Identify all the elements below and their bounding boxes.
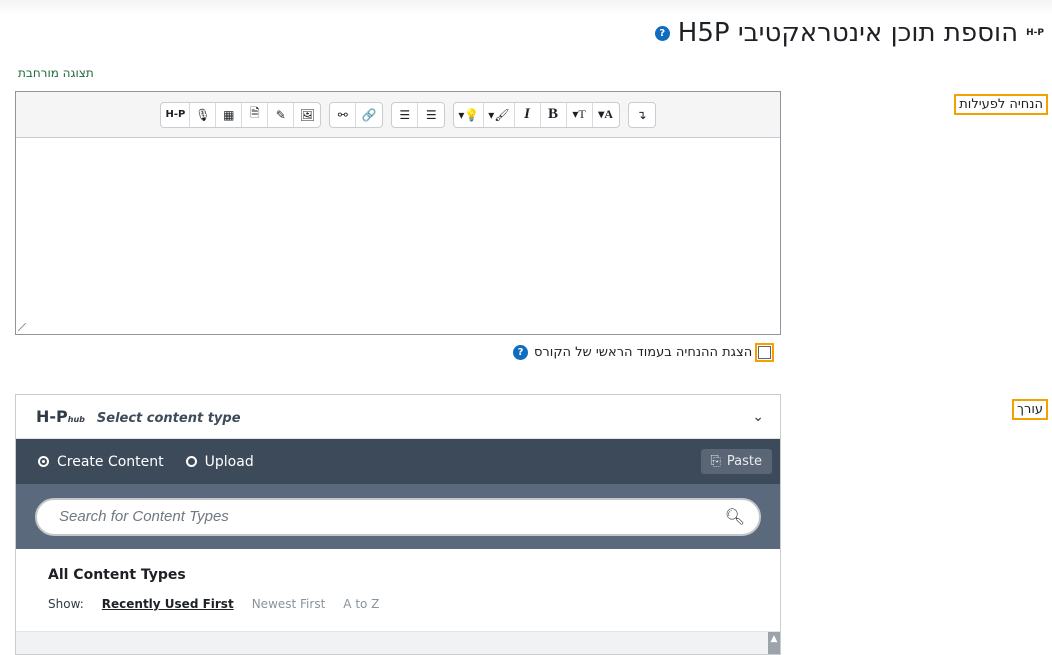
direction-icon[interactable]: ↴ xyxy=(629,103,655,127)
show-label: Show: xyxy=(48,597,84,611)
unlink-icon[interactable]: ⚯ xyxy=(330,102,357,127)
sort-recent[interactable]: Recently Used First xyxy=(102,597,234,611)
h5p-hub: H-Phub Select content type ⌄ Create Cont… xyxy=(15,394,781,655)
page-title-text: הוספת תוכן אינטראקטיבי H5P xyxy=(677,18,1019,48)
format-group: ▾💡 ▾🖌 I B ▾T ▾A xyxy=(453,101,620,128)
link-icon[interactable]: 🔗 xyxy=(356,103,382,127)
help-icon[interactable]: ? xyxy=(654,25,670,41)
all-content-types-heading: All Content Types xyxy=(48,567,186,583)
draw-icon[interactable]: ✎ xyxy=(268,102,295,127)
resize-handle-icon[interactable] xyxy=(18,323,26,331)
ordered-list-icon[interactable]: ☰ xyxy=(392,102,419,127)
clipboard-icon: ⎘ xyxy=(710,454,721,469)
activity-instructions-label: הנחיה לפעילות xyxy=(954,94,1048,115)
hub-tabs: Create Content Upload ⎘ Paste xyxy=(16,439,780,484)
sort-newest[interactable]: Newest First xyxy=(252,597,326,611)
chevron-down-icon[interactable]: ⌄ xyxy=(752,409,764,425)
tab-create-content[interactable]: Create Content xyxy=(38,454,164,470)
show-on-course-page-row: הצגת ההנחיה בעמוד הראשי של הקורס ? xyxy=(513,343,775,362)
paste-button[interactable]: ⎘ Paste xyxy=(700,449,772,474)
search-icon[interactable]: 🔍︎ xyxy=(725,507,745,526)
content-types-panel: All Content Types Show: Recently Used Fi… xyxy=(16,549,780,611)
hint-icon[interactable]: ▾💡 xyxy=(454,102,485,127)
expand-view-link[interactable]: תצוגה מורחבת xyxy=(18,66,94,80)
direction-group: ↴ xyxy=(627,101,656,128)
italic-button[interactable]: I xyxy=(515,102,541,127)
editor-label: עורך xyxy=(1012,399,1048,420)
show-on-course-page-checkbox[interactable] xyxy=(755,343,775,362)
table-icon[interactable]: ▦ xyxy=(216,102,243,127)
media-icon[interactable]: 🗎 xyxy=(242,102,269,127)
list-group: ☰ ☰ xyxy=(391,101,446,128)
unordered-list-icon[interactable]: ☰ xyxy=(418,103,444,127)
top-strip xyxy=(0,0,1052,14)
link-group: ⚯ 🔗 xyxy=(329,101,384,128)
instructions-editor[interactable]: H-P 🎙 ▦ 🗎 ✎ 🖼 ⚯ 🔗 ☰ ☰ ▾💡 ▾🖌 I B ▾T ▾A ↴ xyxy=(15,91,781,335)
h5p-button[interactable]: H-P xyxy=(161,102,191,127)
image-icon[interactable]: 🖼 xyxy=(294,103,320,127)
show-on-course-page-label: הצגת ההנחיה בעמוד הראשי של הקורס xyxy=(534,345,753,360)
content-type-list[interactable] xyxy=(16,631,780,654)
editor-toolbar: H-P 🎙 ▦ 🗎 ✎ 🖼 ⚯ 🔗 ☰ ☰ ▾💡 ▾🖌 I B ▾T ▾A ↴ xyxy=(16,92,780,138)
insert-group: H-P 🎙 ▦ 🗎 ✎ 🖼 xyxy=(160,101,322,128)
hub-search-area: 🔍︎ xyxy=(16,484,780,549)
record-icon[interactable]: 🎙 xyxy=(190,102,217,127)
editor-text-area[interactable] xyxy=(16,138,780,333)
hub-header[interactable]: H-Phub Select content type ⌄ xyxy=(16,395,780,439)
bold-button[interactable]: B xyxy=(541,102,567,127)
content-type-search[interactable]: 🔍︎ xyxy=(35,497,761,536)
select-content-type: Select content type xyxy=(96,411,241,426)
search-input[interactable] xyxy=(57,507,701,526)
page-title: H-P הוספת תוכן אינטראקטיבי H5P ? xyxy=(654,18,1044,48)
font-color-icon[interactable]: ▾A xyxy=(593,103,619,127)
sort-az[interactable]: A to Z xyxy=(343,597,379,611)
brush-icon[interactable]: ▾🖌 xyxy=(484,102,515,127)
h5p-icon: H-P xyxy=(1026,28,1044,38)
h5p-hub-logo: H-Phub xyxy=(36,407,85,426)
help-icon[interactable]: ? xyxy=(513,345,528,360)
font-size-icon[interactable]: ▾T xyxy=(567,102,593,127)
radio-selected-icon xyxy=(38,456,49,467)
scroll-up-icon[interactable]: ▲ xyxy=(768,632,780,654)
radio-icon xyxy=(185,456,197,467)
sort-options: Show: Recently Used First Newest First A… xyxy=(48,597,748,611)
tab-upload[interactable]: Upload xyxy=(185,454,254,470)
